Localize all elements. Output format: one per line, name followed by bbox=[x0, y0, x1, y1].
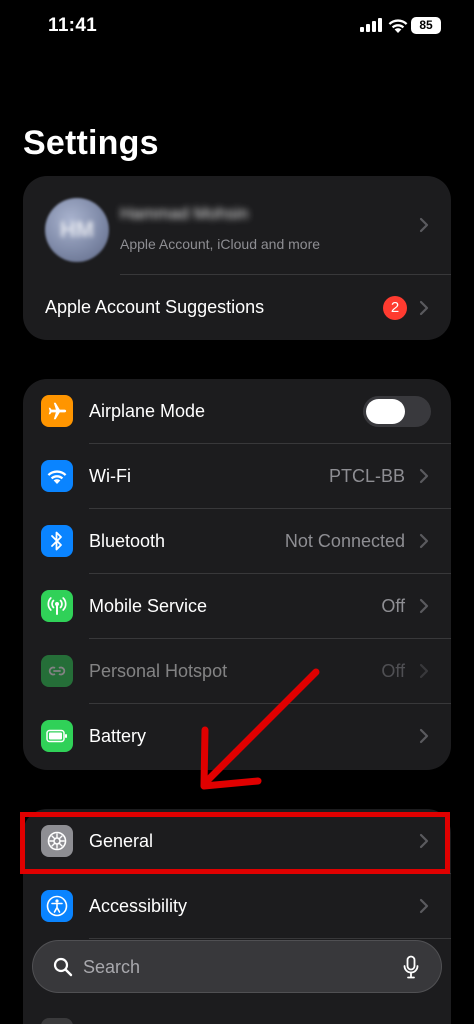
account-suggestions-row[interactable]: Apple Account Suggestions 2 bbox=[23, 276, 451, 340]
airplane-mode-toggle[interactable] bbox=[363, 396, 431, 427]
suggestions-label: Apple Account Suggestions bbox=[45, 297, 265, 317]
mobile-service-value: Off bbox=[381, 596, 405, 616]
wifi-label: Wi-Fi bbox=[89, 466, 131, 486]
row-wifi[interactable]: Wi-Fi PTCL-BB bbox=[23, 444, 451, 509]
apple-account-row[interactable]: HM Hammad Mohsin Apple Account, iCloud a… bbox=[23, 176, 451, 274]
personal-hotspot-value: Off bbox=[381, 661, 405, 681]
page-title: Settings bbox=[23, 124, 159, 162]
battery-status-icon: 85 bbox=[411, 17, 441, 34]
bluetooth-icon bbox=[41, 525, 73, 557]
toggle-knob bbox=[366, 399, 405, 424]
chevron-right-icon bbox=[419, 663, 429, 679]
account-group: HM Hammad Mohsin Apple Account, iCloud a… bbox=[23, 176, 451, 340]
accessibility-icon bbox=[41, 890, 73, 922]
battery-label: Battery bbox=[89, 726, 147, 746]
connectivity-group: Airplane Mode Wi-Fi PTCL-BB Bluetooth No… bbox=[23, 379, 451, 770]
status-time: 11:41 bbox=[48, 15, 98, 36]
profile-subtitle: Apple Account, iCloud and more bbox=[120, 236, 321, 252]
accessibility-label: Accessibility bbox=[89, 896, 188, 916]
personal-hotspot-label: Personal Hotspot bbox=[89, 661, 228, 681]
status-bar: 11:41 85 bbox=[0, 0, 474, 54]
divider bbox=[120, 274, 451, 275]
chevron-right-icon bbox=[419, 533, 429, 549]
chevron-right-icon bbox=[419, 598, 429, 614]
airplane-icon bbox=[41, 395, 73, 427]
row-bluetooth[interactable]: Bluetooth Not Connected bbox=[23, 509, 451, 574]
divider bbox=[89, 938, 451, 939]
row-personal-hotspot[interactable]: Personal Hotspot Off bbox=[23, 639, 451, 704]
row-battery[interactable]: Battery bbox=[23, 704, 451, 769]
chevron-right-icon bbox=[419, 898, 429, 914]
airplane-mode-label: Airplane Mode bbox=[89, 401, 206, 421]
mobile-service-label: Mobile Service bbox=[89, 596, 208, 616]
annotation-highlight-box bbox=[20, 812, 450, 874]
bluetooth-value: Not Connected bbox=[284, 531, 405, 551]
next-row-icon bbox=[41, 1018, 73, 1024]
search-bar[interactable]: Search bbox=[32, 940, 442, 993]
row-mobile-service[interactable]: Mobile Service Off bbox=[23, 574, 451, 639]
wifi-icon bbox=[41, 460, 73, 492]
bluetooth-label: Bluetooth bbox=[89, 531, 166, 551]
cellular-signal-icon bbox=[360, 18, 382, 32]
profile-name: Hammad Mohsin bbox=[120, 204, 249, 223]
search-input[interactable]: Search bbox=[83, 957, 140, 978]
row-airplane-mode: Airplane Mode bbox=[23, 379, 451, 444]
search-icon bbox=[53, 957, 73, 977]
chevron-right-icon bbox=[419, 728, 429, 744]
wifi-status-icon bbox=[387, 16, 409, 34]
avatar: HM bbox=[45, 198, 109, 262]
chevron-right-icon bbox=[419, 217, 429, 233]
chevron-right-icon bbox=[419, 300, 429, 316]
microphone-icon[interactable] bbox=[403, 955, 419, 981]
chevron-right-icon bbox=[419, 468, 429, 484]
hotspot-icon bbox=[41, 655, 73, 687]
notification-badge: 2 bbox=[383, 296, 407, 320]
wifi-value: PTCL-BB bbox=[328, 466, 405, 486]
battery-icon bbox=[41, 720, 73, 752]
row-accessibility[interactable]: Accessibility bbox=[23, 874, 451, 939]
antenna-icon bbox=[41, 590, 73, 622]
